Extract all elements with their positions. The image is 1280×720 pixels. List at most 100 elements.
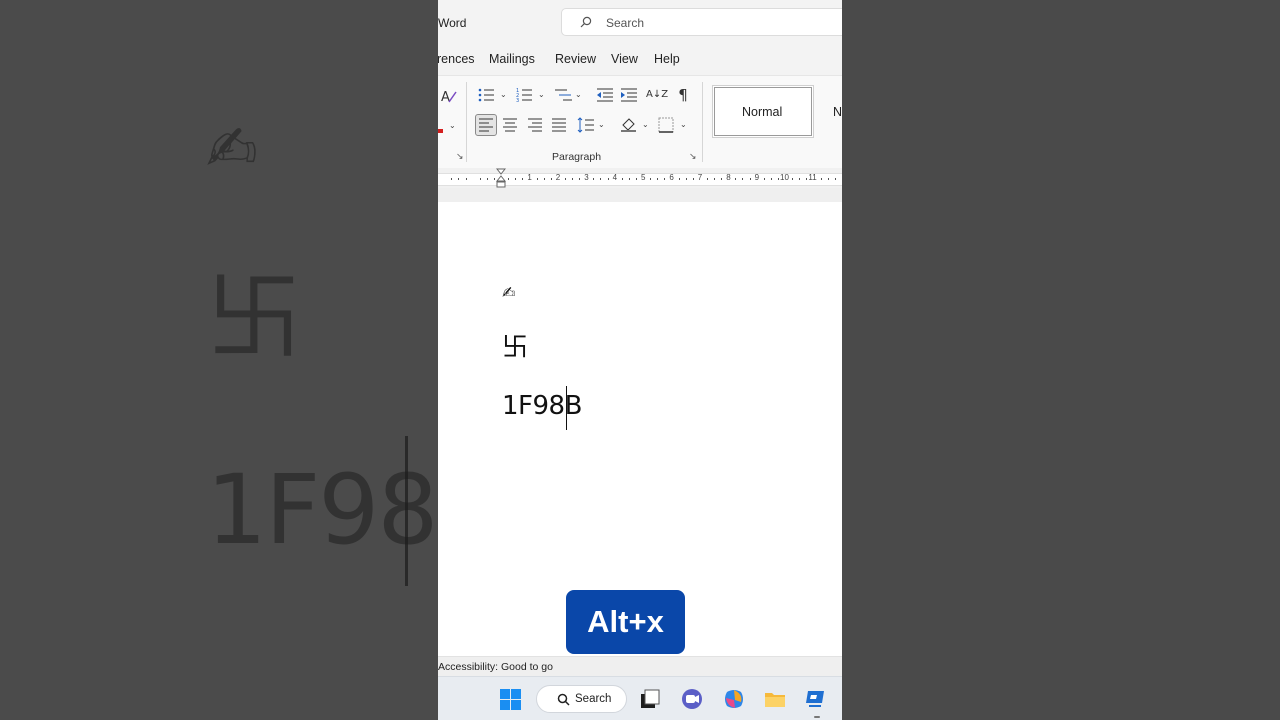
show-marks-icon[interactable]: ¶: [674, 87, 692, 103]
ruler-tick: [678, 178, 680, 180]
search-placeholder: Search: [606, 16, 645, 30]
ruler-tick: [564, 178, 566, 180]
document-line-pencil: ✍: [502, 283, 516, 302]
bullets-icon[interactable]: [478, 87, 496, 103]
ruler-tick: [721, 178, 723, 180]
decrease-indent-icon[interactable]: [596, 87, 614, 103]
align-center-icon[interactable]: [502, 117, 518, 133]
ruler-tick: [479, 178, 481, 180]
sort-icon[interactable]: A↓Z: [646, 87, 668, 103]
ruler-tick: [714, 178, 715, 180]
ruler-tick: [550, 178, 552, 180]
ruler-tick: [607, 178, 609, 180]
ruler-tick: [572, 178, 573, 180]
status-bar: Accessibility: Good to go: [438, 656, 842, 677]
bullets-caret-icon[interactable]: ⌄: [500, 90, 507, 99]
ruler-tick: [706, 178, 708, 180]
line-spacing-caret-icon[interactable]: ⌄: [598, 120, 605, 129]
remote-app-icon[interactable]: [805, 688, 827, 710]
accessibility-status[interactable]: Accessibility: Good to go: [438, 661, 553, 673]
document-page[interactable]: ✍ 卐 1F98B: [438, 202, 842, 656]
ruler-number: 3: [584, 173, 589, 182]
line-spacing-icon[interactable]: [577, 117, 595, 133]
shortcut-badge: Alt+x: [566, 590, 685, 654]
bg-caret: [405, 436, 408, 586]
search-input[interactable]: Search: [561, 8, 842, 36]
ruler-tick: [806, 178, 808, 180]
shading-icon[interactable]: [620, 117, 638, 133]
tab-references[interactable]: rences: [438, 52, 475, 66]
indent-marker-icon[interactable]: [496, 168, 506, 188]
background-right: [842, 0, 1280, 720]
windows-start-icon[interactable]: [500, 689, 521, 710]
ruler-number: 10: [780, 173, 789, 182]
ruler-tick: [458, 178, 460, 180]
group-divider: [702, 82, 703, 162]
ruler-tick: [792, 178, 794, 180]
paragraph-dialog-launcher-icon[interactable]: ↘: [689, 152, 697, 162]
document-line-code: 1F98B: [502, 391, 582, 421]
search-icon: [557, 693, 570, 706]
ruler-number: 2: [555, 173, 561, 182]
numbering-icon[interactable]: 1 2 3: [516, 87, 534, 103]
file-explorer-icon[interactable]: [764, 688, 786, 710]
tab-help[interactable]: Help: [654, 52, 680, 66]
tab-review[interactable]: Review: [555, 52, 596, 66]
word-window: Word Search rences Mailings Review View …: [438, 0, 842, 720]
style-next-label[interactable]: N: [833, 105, 842, 119]
ruler-tick: [508, 178, 510, 180]
justify-icon[interactable]: [551, 117, 567, 133]
clear-formatting-icon[interactable]: A: [440, 88, 458, 104]
title-bar: Word Search: [438, 0, 842, 44]
ruler-tick: [536, 178, 538, 180]
tab-mailings[interactable]: Mailings: [489, 52, 535, 66]
increase-indent-icon[interactable]: [620, 87, 638, 103]
ruler-tick: [543, 178, 545, 180]
teams-chat-icon[interactable]: [681, 688, 703, 710]
font-dialog-launcher-icon[interactable]: ↘: [456, 152, 464, 162]
ruler-number: 9: [754, 173, 760, 182]
ruler-tick: [749, 178, 751, 180]
ruler-tick: [515, 178, 517, 180]
taskbar: Search: [438, 676, 842, 720]
document-gap: [438, 188, 842, 202]
background-zoom-left: ✍ 卐 1F98B: [0, 0, 438, 720]
multilevel-caret-icon[interactable]: ⌄: [575, 90, 582, 99]
multilevel-list-icon[interactable]: [555, 87, 573, 103]
active-app-indicator: [814, 716, 820, 718]
ruler-tick: [579, 178, 581, 180]
tab-view[interactable]: View: [611, 52, 638, 66]
ruler-tick: [486, 178, 488, 180]
ruler-number: 6: [669, 173, 674, 182]
numbering-caret-icon[interactable]: ⌄: [538, 90, 545, 99]
ruler-tick: [600, 178, 602, 180]
ruler-tick: [685, 178, 687, 180]
ruler-tick: [827, 178, 829, 180]
ruler-tick: [834, 178, 836, 180]
ruler-tick: [763, 178, 765, 180]
copilot-icon[interactable]: [723, 688, 745, 710]
ruler-tick: [664, 178, 666, 180]
ruler-tick: [820, 178, 822, 180]
ruler-number: 4: [612, 173, 618, 182]
search-icon: [580, 16, 592, 28]
borders-icon[interactable]: [658, 117, 674, 133]
ruler-tick: [799, 178, 801, 180]
taskbar-search-label: Search: [575, 693, 612, 705]
ruler-number: 1: [527, 173, 532, 182]
font-color-icon[interactable]: [438, 120, 446, 134]
shading-caret-icon[interactable]: ⌄: [642, 120, 649, 129]
align-right-icon[interactable]: [527, 117, 543, 133]
ruler-tick: [465, 178, 467, 180]
task-view-icon[interactable]: [639, 688, 661, 710]
ruler-tick: [628, 178, 630, 180]
borders-caret-icon[interactable]: ⌄: [680, 120, 687, 129]
ruler-tick: [770, 178, 772, 180]
taskbar-search-button[interactable]: Search: [536, 685, 627, 713]
ruler-number: 8: [726, 173, 731, 182]
font-color-caret-icon[interactable]: ⌄: [449, 121, 456, 130]
ruler-tick: [493, 178, 495, 180]
ruler-tick: [593, 178, 595, 180]
app-name: Word: [438, 16, 467, 30]
ruler-tick: [650, 178, 652, 180]
